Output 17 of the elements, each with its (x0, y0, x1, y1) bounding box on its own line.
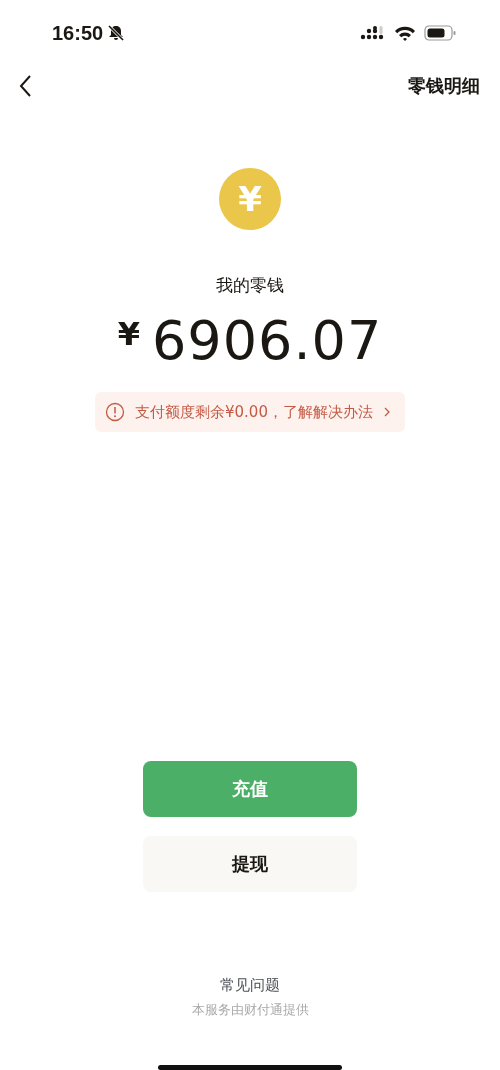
battery-icon (424, 25, 456, 41)
wifi-icon (394, 25, 416, 41)
warning-icon (105, 402, 125, 422)
back-button[interactable] (18, 74, 32, 98)
notice-banner[interactable]: 支付额度剩余¥0.00，了解解决办法 (95, 392, 405, 432)
currency-symbol: ¥ (117, 315, 140, 353)
notice-text: 支付额度剩余¥0.00，了解解决办法 (135, 402, 373, 422)
balance-amount: 6906.07 (151, 309, 383, 372)
withdraw-button[interactable]: 提现 (143, 836, 357, 892)
status-time: 16:50 (52, 21, 104, 45)
provider-text: 本服务由财付通提供 (191, 1001, 309, 1019)
balance-label: 我的零钱 (216, 274, 284, 297)
signal-icon (360, 25, 386, 41)
chevron-right-icon (382, 406, 391, 418)
transactions-link[interactable]: 零钱明细 (408, 74, 480, 98)
coin-icon: ¥ (219, 168, 281, 230)
faq-link[interactable]: 常见问题 (220, 976, 280, 995)
